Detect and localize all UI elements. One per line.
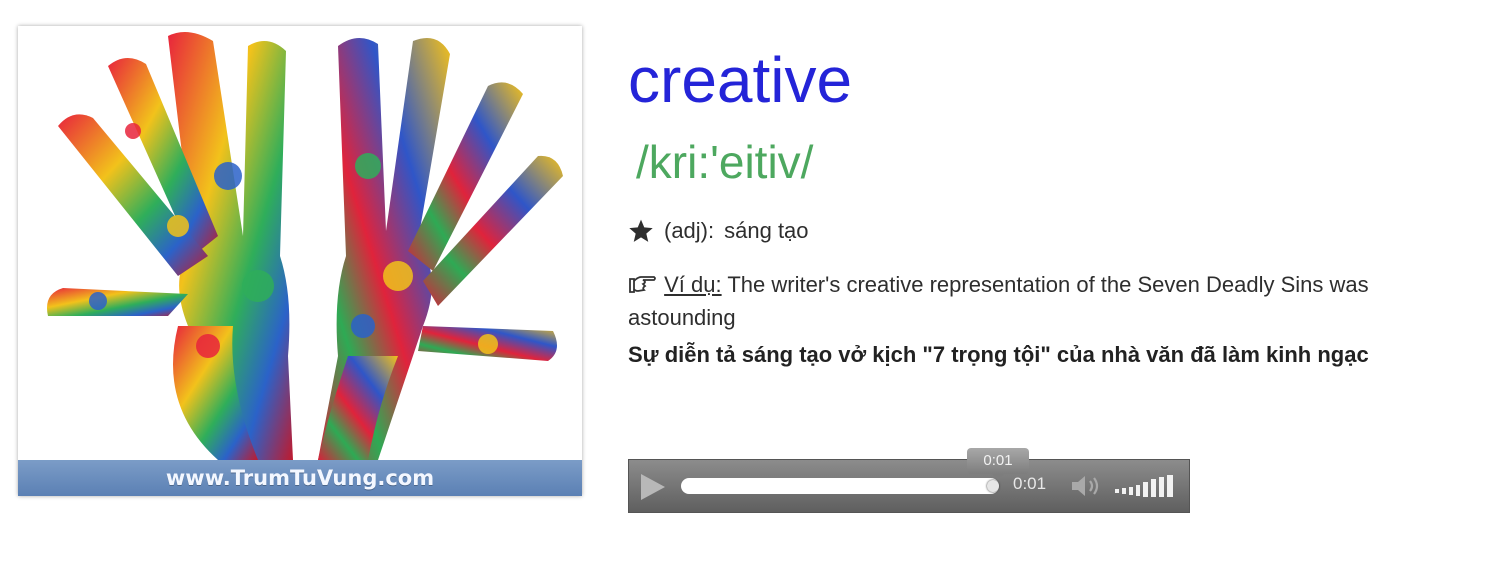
time-tooltip: 0:01 — [967, 448, 1029, 480]
volume-level-icon[interactable] — [1115, 474, 1177, 498]
example-text: The writer's creative representation of … — [628, 272, 1369, 330]
star-icon — [629, 219, 653, 242]
word-meaning: sáng tạo — [724, 218, 809, 243]
part-of-speech: (adj): — [664, 218, 715, 243]
vocabulary-word: creative — [628, 44, 853, 116]
example-sentence: Ví dụ: The writer's creative representat… — [628, 268, 1448, 334]
audio-progress-bar[interactable] — [681, 478, 999, 494]
definition-line: (adj): sáng tạo — [628, 214, 809, 248]
painted-hands-image — [47, 32, 563, 460]
volume-icon[interactable] — [1069, 473, 1103, 499]
word-image-card: www.TrumTuVung.com — [18, 26, 582, 496]
current-time: 0:01 — [1013, 474, 1047, 493]
example-translation: Sự diễn tả sáng tạo vở kịch "7 trọng tội… — [628, 342, 1369, 367]
progress-handle[interactable] — [987, 480, 999, 492]
example-label: Ví dụ: — [664, 272, 722, 297]
website-caption: www.TrumTuVung.com — [18, 460, 582, 496]
audio-player: 0:01 0:01 — [628, 448, 1190, 513]
pointing-hand-icon — [629, 276, 656, 293]
play-icon[interactable] — [641, 474, 665, 500]
pronunciation-ipa: /kri:'eitiv/ — [636, 136, 814, 188]
